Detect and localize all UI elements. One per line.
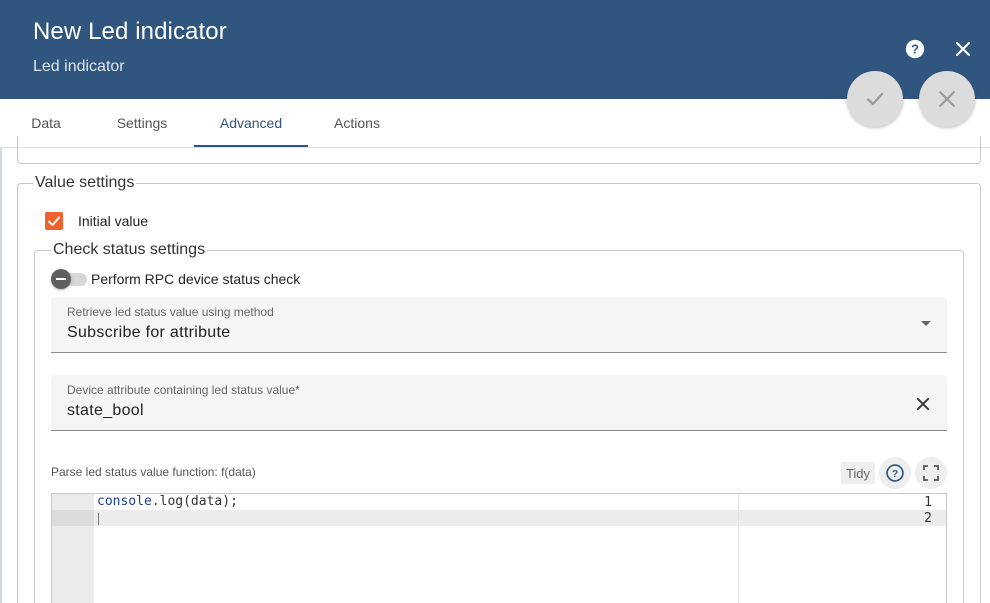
active-line-highlight [52, 510, 946, 526]
help-button[interactable]: ? [902, 36, 928, 62]
cancel-button[interactable] [919, 71, 975, 127]
fullscreen-icon [923, 465, 939, 481]
checkmark-icon [48, 216, 60, 226]
apply-button[interactable] [847, 71, 903, 127]
scroll-edge [0, 148, 2, 603]
rpc-status-toggle-label: Perform RPC device status check [91, 271, 301, 287]
initial-value-checkbox[interactable] [45, 212, 63, 230]
help-circle-icon: ? [886, 464, 904, 482]
device-attribute-label: Device attribute containing led status v… [67, 383, 300, 397]
initial-value-label: Initial value [78, 213, 149, 229]
clear-attribute-button[interactable] [913, 394, 933, 414]
dialog-subtitle: Led indicator [33, 58, 125, 75]
text-cursor [98, 513, 99, 525]
help-circle-icon: ? [905, 39, 925, 59]
device-attribute-field: Device attribute containing led status v… [51, 375, 947, 431]
dialog-header: New Led indicator Led indicator ? [0, 0, 990, 99]
line-number: 2 [924, 511, 932, 526]
code-rest: .log(data); [151, 494, 238, 509]
print-margin [738, 494, 739, 603]
svg-text:?: ? [892, 469, 898, 480]
code-editor[interactable]: 1 2 console.log(data); [51, 493, 947, 603]
close-dialog-button[interactable] [950, 36, 976, 62]
retrieve-method-label: Retrieve led status value using method [67, 305, 274, 319]
retrieve-method-value: Subscribe for attribute [67, 324, 231, 341]
previous-section-bottom [17, 136, 981, 164]
function-help-button[interactable]: ? [879, 457, 911, 489]
close-icon [955, 41, 971, 57]
parse-function-label: Parse led status value function: f(data) [51, 465, 256, 479]
close-icon [916, 397, 930, 411]
close-icon [939, 91, 955, 107]
retrieve-method-select[interactable]: Retrieve led status value using method S… [51, 297, 947, 353]
code-line[interactable]: console.log(data); [97, 494, 238, 510]
check-status-legend: Check status settings [51, 241, 208, 259]
code-object: console [97, 494, 152, 509]
value-settings-legend: Value settings [33, 174, 137, 192]
dropdown-arrow-icon[interactable] [921, 321, 931, 326]
tidy-button[interactable]: Tidy [841, 462, 875, 484]
active-gutter-highlight [52, 510, 94, 526]
device-attribute-input[interactable] [67, 402, 887, 420]
dialog-title: New Led indicator [33, 18, 227, 45]
svg-text:?: ? [911, 42, 919, 57]
check-icon [866, 92, 884, 106]
rpc-status-toggle-thumb[interactable] [51, 269, 71, 289]
line-number: 1 [924, 495, 932, 510]
fullscreen-button[interactable] [915, 457, 947, 489]
